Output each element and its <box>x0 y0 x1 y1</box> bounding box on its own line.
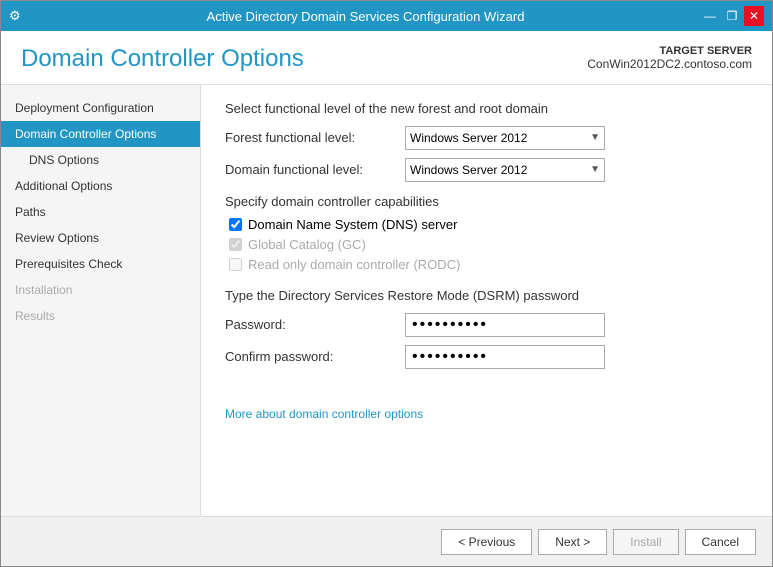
sidebar-item-dns[interactable]: DNS Options <box>1 147 200 173</box>
dns-label: Domain Name System (DNS) server <box>248 217 458 232</box>
sidebar-item-installation: Installation <box>1 277 200 303</box>
capabilities-title: Specify domain controller capabilities <box>225 194 748 209</box>
domain-label: Domain functional level: <box>225 162 405 177</box>
forest-level-row: Forest functional level: Windows Server … <box>225 126 748 150</box>
confirm-password-input[interactable] <box>405 345 605 369</box>
window-title: Active Directory Domain Services Configu… <box>31 9 700 24</box>
title-bar: ⚙ Active Directory Domain Services Confi… <box>1 1 772 31</box>
forest-value: Windows Server 2012 <box>410 131 527 145</box>
functional-level-title: Select functional level of the new fores… <box>225 101 748 116</box>
forest-dropdown-arrow: ▼ <box>590 132 600 143</box>
target-server-info: TARGET SERVER ConWin2012DC2.contoso.com <box>587 45 752 71</box>
password-input[interactable] <box>405 313 605 337</box>
forest-dropdown[interactable]: Windows Server 2012 ▼ <box>405 126 605 150</box>
sidebar-item-additional[interactable]: Additional Options <box>1 173 200 199</box>
rodc-label: Read only domain controller (RODC) <box>248 257 460 272</box>
sidebar-item-prereqs[interactable]: Prerequisites Check <box>1 251 200 277</box>
main-window: ⚙ Active Directory Domain Services Confi… <box>0 0 773 567</box>
dns-checkbox-row: Domain Name System (DNS) server <box>225 217 748 232</box>
password-row: Password: <box>225 313 748 337</box>
sidebar: Deployment Configuration Domain Controll… <box>1 85 201 516</box>
page-title: Domain Controller Options <box>21 45 304 74</box>
sidebar-item-results: Results <box>1 303 200 329</box>
rodc-checkbox <box>229 258 242 271</box>
forest-label: Forest functional level: <box>225 130 405 145</box>
more-link[interactable]: More about domain controller options <box>225 407 423 421</box>
confirm-label: Confirm password: <box>225 349 405 364</box>
domain-dropdown-arrow: ▼ <box>590 164 600 175</box>
window-controls: — ❐ ✕ <box>700 6 764 26</box>
sidebar-item-dc-options[interactable]: Domain Controller Options <box>1 121 200 147</box>
confirm-password-row: Confirm password: <box>225 345 748 369</box>
rodc-checkbox-row: Read only domain controller (RODC) <box>225 257 748 272</box>
content-area: Domain Controller Options TARGET SERVER … <box>1 31 772 516</box>
gc-checkbox <box>229 238 242 251</box>
dns-checkbox[interactable] <box>229 218 242 231</box>
next-button[interactable]: Next > <box>538 529 607 555</box>
target-server-name: ConWin2012DC2.contoso.com <box>587 57 752 71</box>
domain-dropdown[interactable]: Windows Server 2012 ▼ <box>405 158 605 182</box>
dsrm-title: Type the Directory Services Restore Mode… <box>225 288 748 303</box>
install-button: Install <box>613 529 678 555</box>
password-label: Password: <box>225 317 405 332</box>
main-content: Select functional level of the new fores… <box>201 85 772 516</box>
page-header: Domain Controller Options TARGET SERVER … <box>1 31 772 85</box>
domain-value: Windows Server 2012 <box>410 163 527 177</box>
target-server-label: TARGET SERVER <box>587 45 752 57</box>
cancel-button[interactable]: Cancel <box>685 529 756 555</box>
sidebar-item-paths[interactable]: Paths <box>1 199 200 225</box>
main-area: Deployment Configuration Domain Controll… <box>1 85 772 516</box>
domain-dropdown-wrap: Windows Server 2012 ▼ <box>405 158 605 182</box>
minimize-button[interactable]: — <box>700 6 720 26</box>
close-button[interactable]: ✕ <box>744 6 764 26</box>
app-icon: ⚙ <box>9 8 25 24</box>
domain-level-row: Domain functional level: Windows Server … <box>225 158 748 182</box>
footer: < Previous Next > Install Cancel <box>1 516 772 566</box>
previous-button[interactable]: < Previous <box>441 529 532 555</box>
gc-label: Global Catalog (GC) <box>248 237 366 252</box>
forest-dropdown-wrap: Windows Server 2012 ▼ <box>405 126 605 150</box>
restore-button[interactable]: ❐ <box>722 6 742 26</box>
sidebar-item-review[interactable]: Review Options <box>1 225 200 251</box>
gc-checkbox-row: Global Catalog (GC) <box>225 237 748 252</box>
sidebar-item-deployment[interactable]: Deployment Configuration <box>1 95 200 121</box>
